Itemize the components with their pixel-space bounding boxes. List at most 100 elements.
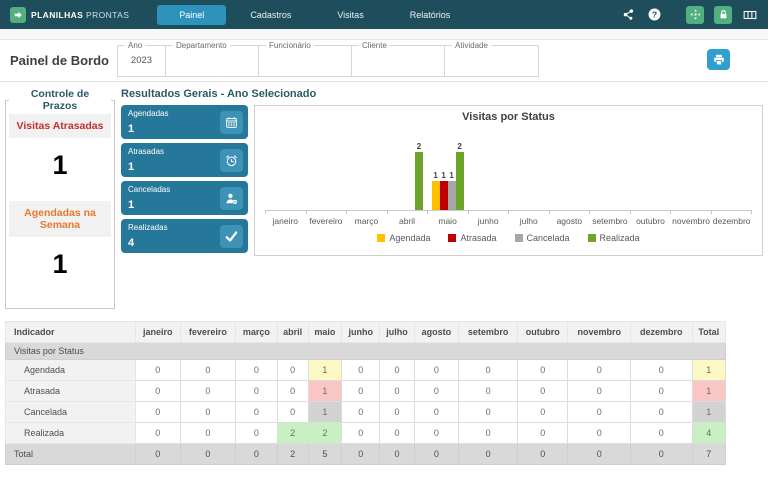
table-cell: 0 xyxy=(379,359,415,381)
person-remove-icon[interactable] xyxy=(220,186,243,210)
calendar-icon[interactable] xyxy=(220,110,243,134)
alarm-clock-icon[interactable] xyxy=(220,148,243,172)
chart-plot-area: 21112 xyxy=(265,131,752,211)
table-header-dezembro: dezembro xyxy=(630,321,693,343)
funcionário-input[interactable] xyxy=(259,45,351,76)
table-cell: 1 xyxy=(691,380,727,402)
bar-atrasada-maio xyxy=(439,181,448,210)
month-label-junho: junho xyxy=(477,216,499,226)
page-title: Painel de Bordo xyxy=(10,53,109,68)
deadline-value: 1 xyxy=(52,249,68,279)
table-cell: 0 xyxy=(135,401,181,423)
table-cell: 0 xyxy=(341,359,381,381)
table-header-julho: julho xyxy=(379,321,415,343)
legend-swatch xyxy=(587,234,596,242)
table-cell: 0 xyxy=(630,380,693,402)
row-label: Agendada xyxy=(5,359,136,381)
help-icon[interactable]: ? xyxy=(646,7,662,23)
status-card-atrasadas[interactable]: Atrasadas 1 xyxy=(121,143,248,177)
share-nodes-icon[interactable] xyxy=(620,7,636,23)
table-cell: 1 xyxy=(691,401,727,423)
legend-label: Cancelada xyxy=(526,233,570,243)
bar-realizada-abril xyxy=(415,152,424,210)
month-label-outubro: outubro xyxy=(636,216,665,226)
bar-data-label: 1 xyxy=(449,171,454,180)
table-cell: 0 xyxy=(458,359,519,381)
departamento-input[interactable] xyxy=(166,45,258,76)
nav-item-relatórios[interactable]: Relatórios xyxy=(388,5,473,25)
table-cell: 1 xyxy=(307,359,343,381)
indicators-table: Indicador janeiro fevereiro março abril maio j… xyxy=(5,321,727,465)
bar-data-label: 2 xyxy=(457,142,462,151)
table-cell: 0 xyxy=(630,422,693,444)
table-total-row: Total 0 0 0 2 5 0 0 0 0 0 0 0 7 xyxy=(5,443,727,465)
bar-data-label: 1 xyxy=(441,171,446,180)
table-cell: 0 xyxy=(630,401,693,423)
table-header-total: Total xyxy=(691,321,727,343)
status-card-canceladas[interactable]: Canceladas 1 xyxy=(121,181,248,215)
card-value: 1 xyxy=(128,161,135,173)
chart-category-novembro xyxy=(671,131,712,210)
bar-data-label: 2 xyxy=(416,142,422,151)
deadline-label: Agendadas na Semana xyxy=(9,201,111,237)
atividade-input[interactable] xyxy=(445,45,538,76)
table-header-outubro: outubro xyxy=(517,321,569,343)
filter-field-ano: Ano xyxy=(118,40,166,76)
chart-category-março xyxy=(346,131,387,210)
row-label: Atrasada xyxy=(5,380,136,402)
month-label-maio: maio xyxy=(438,216,457,226)
card-label: Agendadas xyxy=(128,109,169,118)
table-cell: 0 xyxy=(276,380,309,402)
card-value: 1 xyxy=(128,199,135,211)
table-cell: 0 xyxy=(235,422,278,444)
filter-bar: Painel de Bordo Ano Departamento Funcionár… xyxy=(0,40,768,82)
nav-item-painel[interactable]: Painel xyxy=(157,4,227,25)
bar-data-label: 1 xyxy=(433,171,438,180)
table-cell: 0 xyxy=(458,380,519,402)
subnav-strip xyxy=(0,29,768,40)
legend-swatch xyxy=(448,234,457,242)
status-card-agendadas[interactable]: Agendadas 1 xyxy=(121,105,248,139)
chart-category-janeiro xyxy=(265,131,306,210)
bar-cancelada-maio xyxy=(447,181,456,210)
table-cell: 0 xyxy=(517,380,569,402)
table-header-maio: maio xyxy=(307,321,343,343)
table-header-março: março xyxy=(235,321,278,343)
print-button[interactable] xyxy=(707,49,730,70)
table-cell: 0 xyxy=(567,422,632,444)
month-label-fevereiro: fevereiro xyxy=(309,216,343,226)
nav-item-visitas[interactable]: Visitas xyxy=(315,5,385,25)
table-cell: 7 xyxy=(691,443,727,465)
filter-field-atividade: Atividade xyxy=(445,40,538,76)
move-icon[interactable] xyxy=(686,5,704,24)
top-navbar: PLANILHAS PRONTAS Painel Cadastros Visitas… xyxy=(0,0,768,29)
table-cell: 0 xyxy=(413,380,460,402)
check-icon[interactable] xyxy=(220,224,243,248)
legend-label: Atrasada xyxy=(460,233,497,243)
filter-fields: Ano Departamento Funcionário Cliente Ativida… xyxy=(117,40,539,77)
month-label-julho: julho xyxy=(519,216,538,226)
lock-icon[interactable] xyxy=(714,5,732,24)
table-cell: 0 xyxy=(235,443,278,465)
table-row-realizada: Realizada 0 0 0 2 2 0 0 0 0 0 0 0 4 xyxy=(5,422,727,444)
card-label: Atrasadas xyxy=(128,147,165,156)
nav-icons: ? xyxy=(620,5,758,24)
table-cell: 0 xyxy=(413,422,460,444)
table-header-indicador: Indicador xyxy=(5,321,136,343)
table-cell: 0 xyxy=(179,380,237,402)
ano-input[interactable] xyxy=(118,45,165,76)
cliente-input[interactable] xyxy=(352,45,444,76)
table-cell: 0 xyxy=(517,422,569,444)
chart-category-agosto xyxy=(549,131,590,210)
table-cell: 0 xyxy=(135,359,181,381)
table-cell: 0 xyxy=(341,401,381,423)
chart-category-abril: 2 xyxy=(387,131,428,210)
table-group-row: Visitas por Status xyxy=(5,342,726,360)
month-label-novembro: novembro xyxy=(672,216,710,226)
grid-icon[interactable] xyxy=(742,7,758,23)
card-label: Canceladas xyxy=(128,185,171,194)
status-card-realizadas[interactable]: Realizadas 4 xyxy=(121,219,248,253)
nav-item-cadastros[interactable]: Cadastros xyxy=(228,5,313,25)
table-cell: 4 xyxy=(691,422,727,444)
row-label: Realizada xyxy=(5,422,136,444)
